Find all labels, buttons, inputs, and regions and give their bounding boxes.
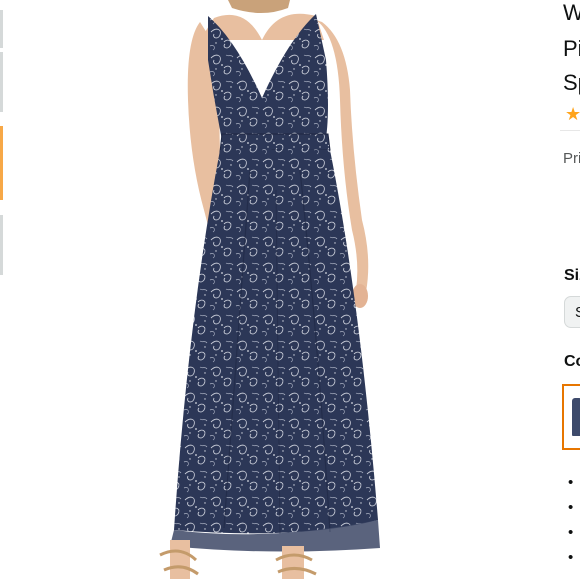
color-swatch-selected[interactable]: [562, 384, 580, 450]
feature-bullet: •: [568, 499, 574, 516]
size-label: Siz: [564, 267, 580, 284]
thumbnail-2[interactable]: [0, 52, 3, 112]
swatch-dress-thumbnail: [572, 398, 580, 436]
product-title-line-3: Sp: [563, 70, 580, 95]
color-label: Co: [564, 353, 580, 370]
feature-bullet: •: [568, 474, 574, 491]
size-selected-value: S: [575, 304, 580, 321]
product-title-line-1: W: [563, 0, 580, 25]
thumbnail-strip: [0, 0, 4, 579]
thumbnail-4[interactable]: [0, 215, 3, 275]
thumbnail-selected[interactable]: [0, 126, 3, 200]
price-label: Pri: [563, 150, 580, 167]
product-main-image[interactable]: [130, 0, 420, 579]
star-icon[interactable]: ★: [565, 104, 580, 125]
thumbnail-1[interactable]: [0, 10, 3, 48]
product-title-line-2: Pi: [563, 36, 580, 61]
product-info-panel: W Pi Sp ★ Pri Siz S Co • • • •: [560, 0, 580, 579]
size-dropdown[interactable]: S: [564, 296, 580, 328]
feature-bullet: •: [568, 549, 574, 566]
feature-bullet: •: [568, 524, 574, 541]
divider: [560, 130, 580, 131]
